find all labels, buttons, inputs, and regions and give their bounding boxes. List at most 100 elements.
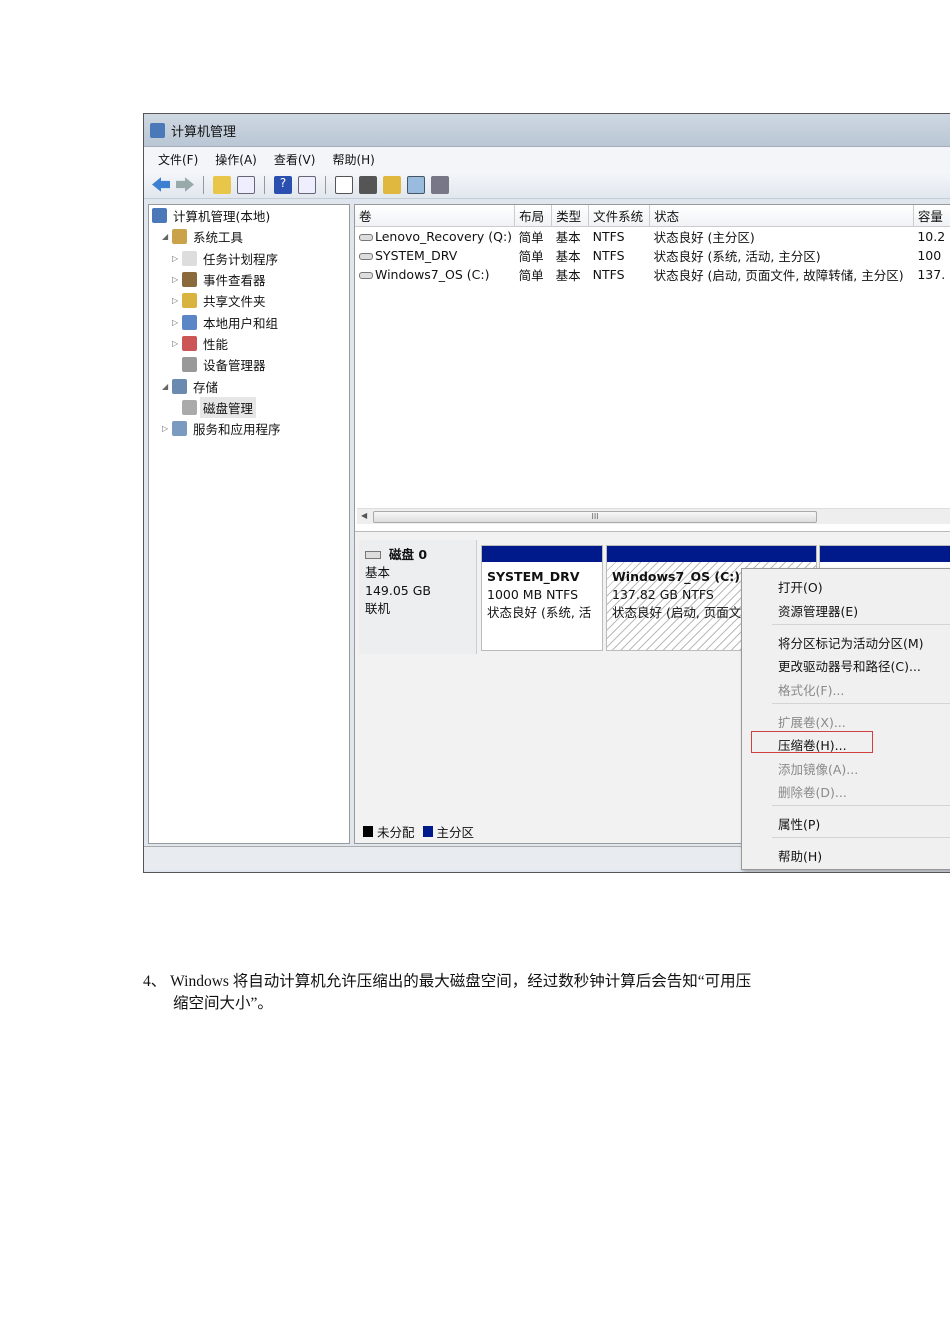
- menu-help[interactable]: 帮助(H): [332, 151, 374, 168]
- menu-item[interactable]: 帮助(H): [778, 846, 822, 865]
- expander-icon[interactable]: ▷: [172, 339, 182, 348]
- show-hide-action-pane-icon[interactable]: [298, 175, 316, 194]
- table-cell: 基本: [552, 246, 589, 265]
- properties-icon[interactable]: [359, 175, 377, 194]
- tree-item[interactable]: ▷ 任务计划程序: [149, 248, 349, 269]
- menu-item[interactable]: 删除卷(D)...: [778, 782, 847, 801]
- table-row[interactable]: Lenovo_Recovery (Q:) 简单 基本 NTFS 状态良好 (主分区) 10…: [355, 226, 950, 246]
- menu-item[interactable]: 格式化(F)...: [778, 680, 844, 699]
- search-icon[interactable]: [407, 175, 425, 194]
- column-volume[interactable]: 卷: [355, 205, 516, 227]
- menu-separator: [772, 624, 950, 625]
- menu-item[interactable]: 添加镜像(A)...: [778, 759, 858, 778]
- scrollbar-thumb[interactable]: III: [373, 511, 817, 523]
- disk-name: 磁盘 0: [389, 547, 428, 562]
- column-filesystem[interactable]: 文件系统: [588, 205, 651, 227]
- menu-item[interactable]: 将分区标记为活动分区(M): [778, 633, 924, 652]
- tree-item[interactable]: ◢ 系统工具: [149, 226, 349, 247]
- partition-bar: [820, 546, 950, 562]
- expander-icon[interactable]: ▷: [172, 296, 182, 305]
- table-cell: 基本: [552, 265, 589, 284]
- menu-action[interactable]: 操作(A): [215, 151, 257, 168]
- expander-icon[interactable]: ▷: [172, 254, 182, 263]
- horizontal-scrollbar[interactable]: ◀ III: [357, 508, 950, 524]
- column-type[interactable]: 类型: [551, 205, 590, 227]
- menu-item[interactable]: 打开(O): [778, 577, 823, 596]
- scroll-left-icon[interactable]: ◀: [361, 511, 367, 520]
- tree-item-label: 系统工具: [193, 230, 244, 246]
- up-folder-icon[interactable]: [213, 175, 231, 194]
- back-icon[interactable]: [152, 177, 170, 192]
- toolbar-separator: [325, 175, 326, 194]
- tree-item[interactable]: ▷ 本地用户和组: [149, 311, 349, 332]
- performance-icon: [182, 335, 197, 351]
- table-cell: 状态良好 (系统, 活动, 主分区): [650, 246, 914, 265]
- tree-item[interactable]: ▷ 共享文件夹: [149, 290, 349, 311]
- expander-icon[interactable]: ▷: [172, 318, 182, 327]
- tree-item-label: 事件查看器: [203, 273, 266, 289]
- legend-unallocated-swatch: [363, 826, 373, 837]
- menu-item[interactable]: 资源管理器(E): [778, 601, 858, 620]
- menu-item[interactable]: 压缩卷(H)...: [778, 735, 847, 754]
- menu-item[interactable]: 更改驱动器号和路径(C)...: [778, 656, 921, 675]
- settings-icon[interactable]: [431, 175, 449, 194]
- disk-type: 基本: [365, 565, 391, 580]
- legend-primary-swatch: [422, 826, 433, 837]
- expander-icon[interactable]: ▷: [172, 275, 182, 284]
- storage-icon: [172, 378, 187, 394]
- tools-icon: [172, 229, 187, 245]
- window-title: 计算机管理: [171, 124, 237, 140]
- column-status[interactable]: 状态: [649, 205, 914, 227]
- tree-item[interactable]: ▷ 服务和应用程序: [149, 418, 349, 439]
- tree-item[interactable]: 设备管理器: [149, 354, 349, 375]
- disk-size: 149.05 GB: [365, 583, 431, 598]
- services-icon: [172, 421, 187, 437]
- paragraph-line-2: 缩空间大小”。: [173, 995, 273, 1012]
- menu-file[interactable]: 文件(F): [158, 151, 198, 168]
- tree-item-label: 共享文件夹: [203, 294, 266, 310]
- help-icon[interactable]: ?: [274, 175, 292, 194]
- expander-icon[interactable]: ◢: [162, 232, 172, 241]
- computer-icon: [152, 208, 167, 224]
- forward-icon[interactable]: [176, 177, 194, 192]
- paragraph-line-1: 4、 Windows 将自动计算机允许压缩出的最大磁盘空间，经过数秒钟计算后会告…: [143, 973, 752, 990]
- tree-item[interactable]: 磁盘管理: [149, 396, 349, 418]
- partition-bar: [482, 546, 602, 562]
- table-row[interactable]: Windows7_OS (C:) 简单 基本 NTFS 状态良好 (启动, 页面文件, …: [355, 265, 950, 284]
- tree-item[interactable]: ▷ 性能: [149, 333, 349, 354]
- cell-text: 137.: [917, 266, 946, 282]
- table-row[interactable]: SYSTEM_DRV 简单 基本 NTFS 状态良好 (系统, 活动, 主分区) 100: [355, 246, 950, 265]
- tree-item[interactable]: 计算机管理(本地): [149, 205, 349, 226]
- volume-table: 卷 布局 类型 文件系统 状态 容量 Lenovo_Recovery (Q:) 简…: [355, 205, 950, 284]
- disk-icon: [365, 551, 381, 559]
- refresh-icon[interactable]: [335, 175, 353, 194]
- menu-view[interactable]: 查看(V): [274, 151, 316, 168]
- menu-item[interactable]: 属性(P): [778, 814, 820, 833]
- cell-text: Lenovo_Recovery (Q:): [375, 228, 513, 244]
- tree-item[interactable]: ◢ 存储: [149, 375, 349, 396]
- partition-bar: [607, 546, 816, 562]
- partition-status: 状态良好 (系统, 活: [487, 605, 592, 620]
- open-folder-icon[interactable]: [383, 175, 401, 194]
- partition-system-drv[interactable]: SYSTEM_DRV 1000 MB NTFS 状态良好 (系统, 活: [481, 545, 603, 651]
- table-cell: Windows7_OS (C:): [355, 265, 515, 284]
- expander-icon[interactable]: ◢: [162, 382, 172, 391]
- disk-0-info[interactable]: 磁盘 0 基本 149.05 GB 联机: [359, 540, 477, 654]
- cell-text: 简单: [518, 248, 544, 264]
- tree-item[interactable]: ▷ 事件查看器: [149, 269, 349, 290]
- column-capacity[interactable]: 容量: [913, 205, 950, 227]
- volume-icon: [359, 252, 373, 260]
- table-cell: NTFS: [589, 226, 650, 246]
- table-cell: 状态良好 (启动, 页面文件, 故障转储, 主分区): [650, 265, 914, 284]
- cell-text: NTFS: [592, 266, 625, 282]
- shared-folder-icon: [182, 293, 197, 309]
- device-manager-icon: [182, 357, 197, 373]
- table-cell: NTFS: [589, 265, 650, 284]
- tree-item-label: 性能: [203, 336, 229, 352]
- tree-item-label: 计算机管理(本地): [173, 209, 271, 225]
- cell-text: 10.2: [917, 228, 946, 244]
- expander-icon[interactable]: ▷: [162, 424, 172, 433]
- menu-item[interactable]: 扩展卷(X)...: [778, 712, 846, 731]
- column-layout[interactable]: 布局: [514, 205, 553, 227]
- show-hide-tree-icon[interactable]: [237, 175, 255, 194]
